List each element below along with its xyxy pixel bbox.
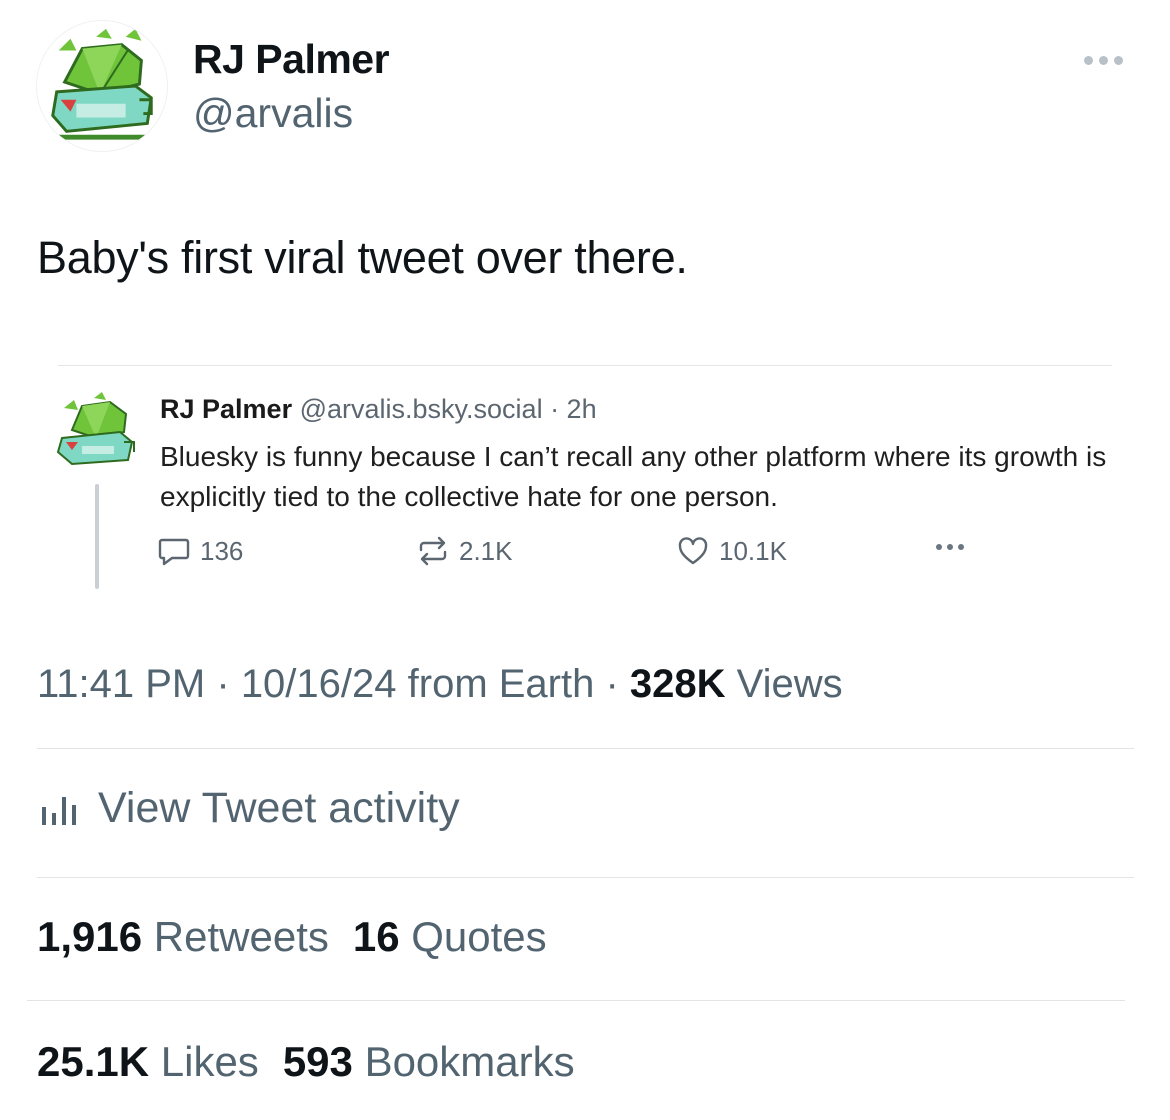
- author-name[interactable]: RJ Palmer: [193, 36, 390, 83]
- retweets-label: Retweets: [153, 913, 329, 960]
- view-activity-button[interactable]: View Tweet activity: [40, 784, 460, 833]
- quoted-header: RJ Palmer @arvalis.bsky.social · 2h: [160, 394, 597, 425]
- separator: ·: [216, 662, 241, 706]
- author-avatar[interactable]: [36, 20, 168, 152]
- tweet-date[interactable]: 10/16/24: [241, 662, 397, 706]
- quoted-overflow-icon: [936, 544, 964, 550]
- divider: [37, 877, 1134, 878]
- views-count: 328K: [629, 662, 726, 706]
- dot: [1084, 55, 1093, 65]
- quoted-like-action: 10.1K: [677, 531, 787, 571]
- author-handle[interactable]: @arvalis: [193, 90, 353, 137]
- likes-label: Likes: [160, 1038, 259, 1085]
- likes-stat[interactable]: 25.1K Likes: [37, 1038, 259, 1085]
- engagement-row-1: 1,916 Retweets 16 Quotes: [37, 913, 547, 961]
- views-label: Views: [736, 662, 843, 706]
- divider: [27, 1000, 1125, 1001]
- thread-line: [95, 484, 99, 589]
- analytics-bars-icon: [42, 796, 76, 825]
- tweet-text: Baby's first viral tweet over there.: [37, 232, 688, 283]
- overflow-menu-icon[interactable]: [1084, 52, 1130, 68]
- dot: [958, 544, 964, 550]
- retweets-stat[interactable]: 1,916 Retweets: [37, 913, 329, 960]
- quoted-avatar-illustration: [56, 392, 135, 466]
- like-icon: [678, 537, 708, 565]
- bookmarks-label: Bookmarks: [364, 1038, 575, 1085]
- quoted-repost-action: 2.1K: [417, 531, 513, 571]
- quoted-avatar: [54, 390, 140, 476]
- quoted-author-meta: @arvalis.bsky.social · 2h: [299, 394, 597, 424]
- quotes-stat[interactable]: 16 Quotes: [353, 913, 547, 960]
- avatar-illustration: [37, 21, 167, 151]
- dot: [1114, 55, 1123, 65]
- retweets-count: 1,916: [37, 913, 143, 960]
- likes-count: 25.1K: [37, 1038, 150, 1085]
- dot: [1099, 55, 1108, 65]
- dot: [936, 544, 942, 550]
- reply-icon: [158, 538, 190, 566]
- repost-icon: [419, 536, 447, 566]
- quoted-post-text: Bluesky is funny because I can’t recall …: [160, 441, 1107, 512]
- dot: [947, 544, 953, 550]
- view-activity-label: View Tweet activity: [98, 784, 460, 832]
- separator: ·: [605, 662, 630, 706]
- engagement-row-2: 25.1K Likes 593 Bookmarks: [37, 1038, 575, 1086]
- quoted-reply-action: 136: [158, 531, 243, 571]
- quoted-like-count: 10.1K: [719, 535, 787, 566]
- quotes-count: 16: [352, 913, 400, 960]
- tweet-source: from Earth: [407, 662, 595, 706]
- quotes-label: Quotes: [411, 913, 547, 960]
- quoted-image-top-edge: [58, 365, 1112, 366]
- quoted-author-name: RJ Palmer: [160, 394, 293, 424]
- tweet-time[interactable]: 11:41 PM: [37, 662, 205, 706]
- divider: [37, 748, 1134, 749]
- quoted-reply-count: 136: [200, 535, 244, 566]
- bookmarks-stat[interactable]: 593 Bookmarks: [283, 1038, 575, 1085]
- bookmarks-count: 593: [282, 1038, 353, 1085]
- quoted-repost-count: 2.1K: [459, 535, 513, 566]
- tweet-meta-line: 11:41 PM · 10/16/24 from Earth · 328K Vi…: [37, 662, 843, 707]
